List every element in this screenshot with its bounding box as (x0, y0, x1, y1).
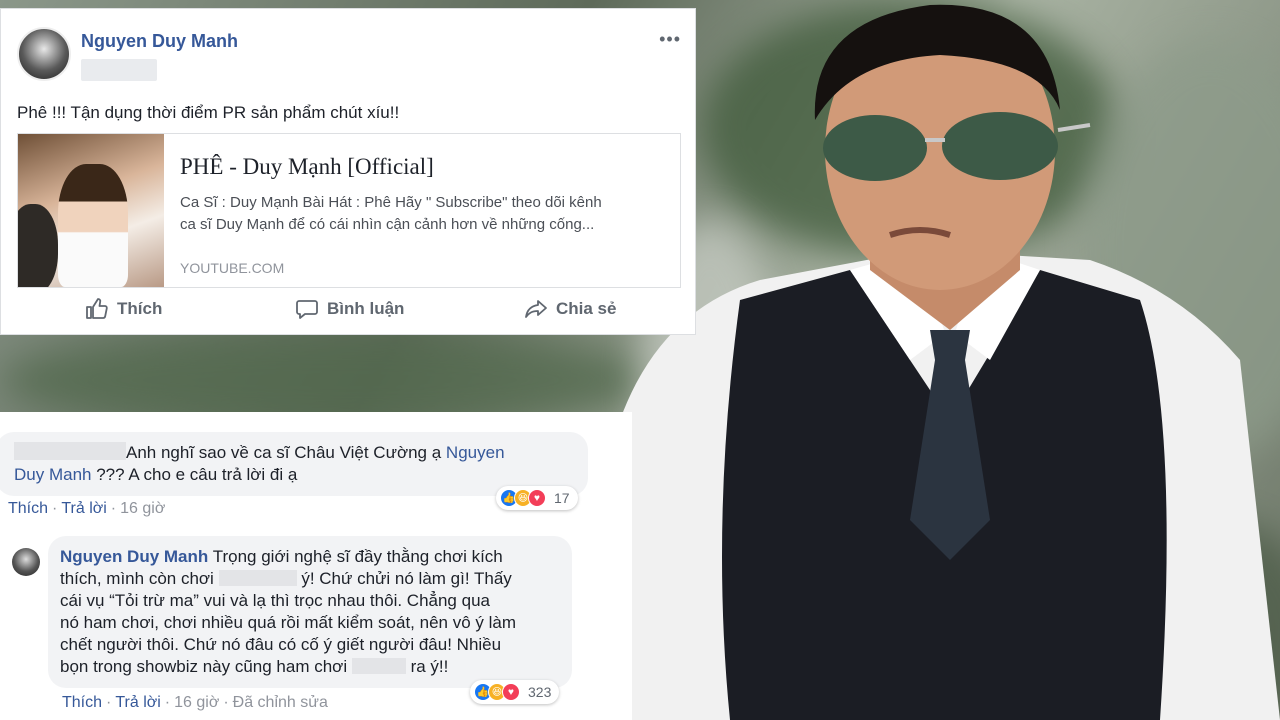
author-name[interactable]: Nguyen Duy Manh (81, 31, 238, 52)
comment-text: ??? A cho e câu trả lời đi ạ (96, 465, 298, 484)
comment-text: Anh nghĩ sao về ca sĩ Châu Việt Cường ạ (126, 443, 442, 462)
link-domain: YOUTUBE.COM (180, 260, 285, 276)
share-icon (525, 300, 547, 318)
comment-text: thích, mình còn chơi (60, 569, 214, 588)
separator-dot: · (110, 500, 117, 517)
comment-icon (296, 300, 318, 319)
comment-bubble: Anh nghĩ sao về ca sĩ Châu Việt Cường ạ … (0, 432, 588, 496)
commenter-name[interactable]: Nguyen Duy Manh (60, 547, 208, 566)
post-header: Nguyen Duy Manh ••• (17, 27, 681, 91)
separator-dot: · (52, 500, 58, 517)
separator-dot: · (223, 694, 229, 711)
thumbnail-figure (18, 204, 58, 287)
comment-bubble: Nguyen Duy Manh Trọng giới nghệ sĩ đầy t… (48, 536, 572, 688)
comment-text: nó ham chơi, chơi nhiều quá rồi mất kiểm… (60, 613, 517, 632)
mention-link[interactable]: Duy Manh (14, 465, 91, 484)
thumbs-up-icon (86, 298, 108, 319)
singer-portrait (620, 4, 1280, 720)
post-text: Phê !!! Tận dụng thời điểm PR sản phẩm c… (17, 103, 400, 122)
link-description-line: Ca Sĩ : Duy Mạnh Bài Hát : Phê Hãy " Sub… (180, 194, 602, 211)
comment-label: Bình luận (327, 299, 405, 318)
comment-time[interactable]: 16 giờ (120, 500, 165, 517)
comment-like-link[interactable]: Thích (62, 694, 102, 711)
comments-panel: Anh nghĩ sao về ca sĩ Châu Việt Cường ạ … (0, 412, 632, 720)
link-title[interactable]: PHÊ - Duy Mạnh [Official] (180, 154, 434, 180)
separator-dot: · (106, 694, 112, 711)
share-button[interactable]: Chia sẻ (524, 297, 616, 321)
comment-reply-link[interactable]: Trả lời (115, 694, 160, 711)
reaction-count: 17 (554, 490, 570, 506)
comment-meta: Thích · Trả lời · 16 giờ (8, 500, 165, 518)
blurred-timestamp (81, 59, 157, 81)
post-actions-bar: Thích Bình luận Chia sẻ (1, 292, 695, 334)
reaction-summary[interactable]: 👍 😆 ♥ 17 (496, 486, 578, 510)
comment-text: ra ý!! (410, 657, 449, 676)
separator-dot: · (164, 694, 171, 711)
comment-meta: Thích · Trả lời · 16 giờ · Đã chỉnh sửa (62, 694, 328, 712)
share-label: Chia sẻ (556, 299, 617, 318)
comment-text: chết người thôi. Chứ nó đâu có cố ý giết… (60, 635, 502, 654)
comment-button[interactable]: Bình luận (295, 297, 404, 321)
like-label: Thích (117, 299, 163, 318)
thumbnail-figure (58, 164, 128, 287)
reaction-count: 323 (528, 684, 552, 700)
link-thumbnail[interactable] (18, 134, 164, 287)
comment-reply-link[interactable]: Trả lời (61, 500, 106, 517)
facebook-post: Nguyen Duy Manh ••• Phê !!! Tận dụng thờ… (0, 8, 696, 335)
comment-text: cái vụ “Tỏi trừ ma” vui và lạ thì trọc n… (60, 591, 490, 610)
comment-text: Trọng giới nghệ sĩ đầy thằng chơi kích (212, 547, 503, 566)
comment-text: bọn trong showbiz này cũng ham chơi (60, 657, 348, 676)
comment-text: ý! Chứ chửi nó làm gì! Thấy (301, 569, 512, 588)
link-description-line: ca sĩ Duy Mạnh để có cái nhìn cận cảnh h… (180, 216, 595, 233)
reply-author-avatar[interactable] (12, 548, 40, 576)
love-reaction-icon: ♥ (528, 489, 546, 507)
blurred-word (218, 570, 297, 586)
like-button[interactable]: Thích (85, 297, 162, 321)
blurred-commenter-name (14, 442, 126, 460)
edited-label[interactable]: Đã chỉnh sửa (233, 694, 328, 711)
comment-like-link[interactable]: Thích (8, 500, 48, 517)
blurred-word (351, 658, 406, 674)
mention-link[interactable]: Nguyen (446, 443, 505, 462)
link-preview-card[interactable]: PHÊ - Duy Mạnh [Official] Ca Sĩ : Duy Mạ… (17, 133, 681, 288)
ellipsis-icon[interactable]: ••• (659, 29, 681, 50)
reaction-summary[interactable]: 👍 😆 ♥ 323 (470, 680, 560, 704)
love-reaction-icon: ♥ (502, 683, 520, 701)
author-avatar[interactable] (17, 27, 71, 81)
link-description: Ca Sĩ : Duy Mạnh Bài Hát : Phê Hãy " Sub… (180, 192, 670, 236)
comment-time[interactable]: 16 giờ (174, 694, 219, 711)
